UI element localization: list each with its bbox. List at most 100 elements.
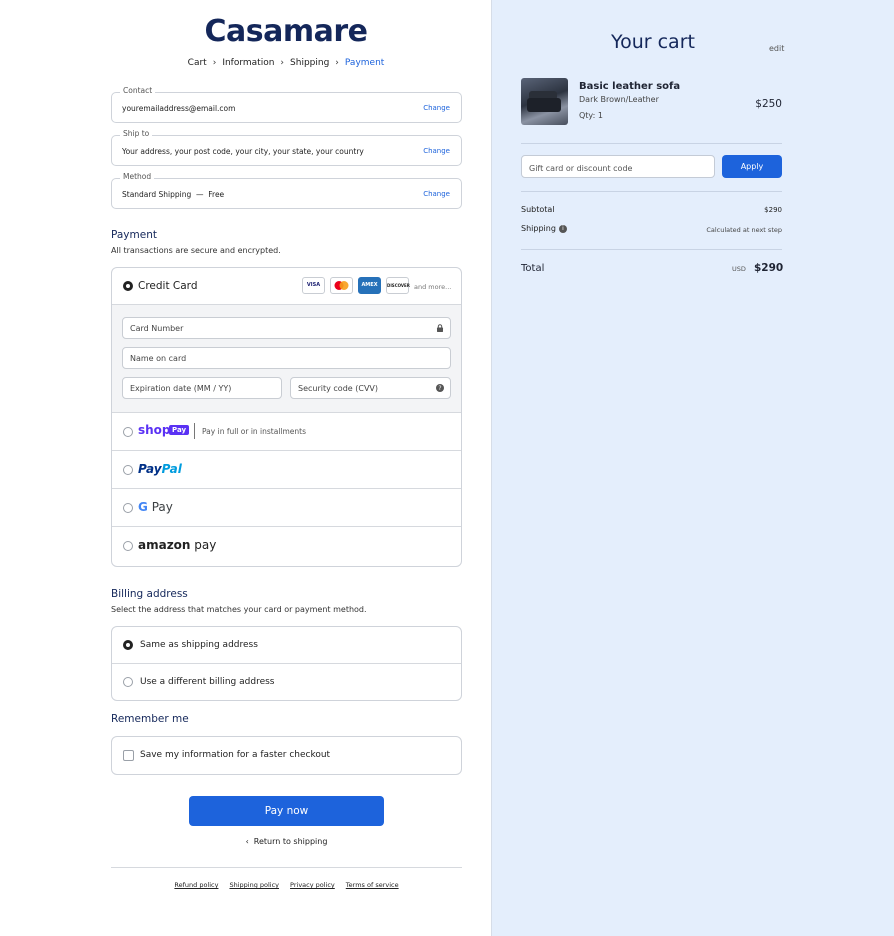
ship-to-change-link[interactable]: Change <box>423 147 450 155</box>
discount-code-field[interactable] <box>521 155 715 179</box>
breadcrumb-payment: Payment <box>344 58 385 68</box>
security-code-input[interactable] <box>291 378 450 398</box>
total-currency: USD <box>732 265 746 273</box>
info-icon[interactable]: i <box>558 224 567 233</box>
expiration-input[interactable] <box>123 378 281 398</box>
cart-item-qty: Qty: 1 <box>579 111 603 120</box>
contact-change-link[interactable]: Change <box>423 104 450 112</box>
billing-same-radio[interactable] <box>123 640 133 650</box>
google-g-icon: G <box>138 500 148 514</box>
billing-subtitle: Select the address that matches your car… <box>111 605 367 614</box>
billing-different-label: Use a different billing address <box>140 677 275 687</box>
shop-pay-radio[interactable] <box>123 427 133 437</box>
cart-divider <box>521 249 782 250</box>
payment-title: Payment <box>111 229 157 241</box>
mastercard-icon <box>330 277 353 294</box>
visa-icon: VISA <box>302 277 325 294</box>
shop-pay-logo: shop <box>138 423 171 437</box>
apply-discount-button[interactable]: Apply <box>722 155 782 178</box>
discount-code-input[interactable] <box>522 158 714 179</box>
shipping-value: Calculated at next step <box>706 226 782 234</box>
brand-logo[interactable]: Casamare <box>0 14 572 49</box>
billing-different-radio[interactable] <box>123 677 133 687</box>
remember-checkbox[interactable] <box>123 750 134 761</box>
paypal-logo: PayPal <box>138 462 182 476</box>
credit-card-option[interactable]: Credit Card VISA AMEX DISCOVER and more.… <box>112 268 461 305</box>
method-value: Standard Shipping — Free <box>122 190 225 199</box>
discover-icon: DISCOVER <box>386 277 410 294</box>
paypal-option[interactable]: PayPal <box>112 451 461 489</box>
paypal-logo-part-b: Pal <box>161 462 182 476</box>
lock-icon <box>437 324 443 332</box>
chevron-left-icon: ‹ <box>245 837 249 846</box>
payment-methods: Credit Card VISA AMEX DISCOVER and more.… <box>111 267 462 567</box>
google-pay-option[interactable]: G Pay <box>112 489 461 527</box>
privacy-policy-link[interactable]: Privacy policy <box>290 881 335 889</box>
credit-card-label: Credit Card <box>138 280 198 292</box>
help-icon[interactable]: ? <box>436 384 444 392</box>
amex-icon: AMEX <box>358 277 381 294</box>
name-on-card-input[interactable] <box>123 348 450 368</box>
contact-value: youremailaddress@email.com <box>122 104 236 113</box>
paypal-radio[interactable] <box>123 465 133 475</box>
credit-card-radio[interactable] <box>123 281 133 291</box>
product-thumbnail <box>521 78 568 125</box>
chevron-right-icon: › <box>280 58 285 68</box>
ship-to-value: Your address, your post code, your city,… <box>122 147 364 156</box>
billing-options: Same as shipping address Use a different… <box>111 626 462 701</box>
google-pay-text: Pay <box>151 500 173 514</box>
contact-row: Contact youremailaddress@email.com Chang… <box>111 86 462 123</box>
subtotal-value: $290 <box>764 206 782 214</box>
google-pay-radio[interactable] <box>123 503 133 513</box>
cart-item-price: $250 <box>755 98 782 110</box>
contact-label: Contact <box>120 86 156 95</box>
amazon-logo-part-b: pay <box>190 538 217 552</box>
ship-to-row: Ship to Your address, your post code, yo… <box>111 129 462 166</box>
cart-summary-panel <box>491 0 894 936</box>
billing-different-option[interactable]: Use a different billing address <box>112 664 461 701</box>
remember-option[interactable]: Save my information for a faster checkou… <box>111 736 462 775</box>
return-label: Return to shipping <box>253 837 328 846</box>
billing-title: Billing address <box>111 588 188 600</box>
remember-title: Remember me <box>111 713 189 725</box>
shipping-policy-link[interactable]: Shipping policy <box>229 881 279 889</box>
shop-pay-note: Pay in full or in installments <box>202 427 307 436</box>
remember-label: Save my information for a faster checkou… <box>140 750 331 760</box>
security-code-field[interactable]: ? <box>290 377 451 399</box>
svg-text:?: ? <box>438 385 441 392</box>
sofa-shape <box>527 98 561 112</box>
billing-same-option[interactable]: Same as shipping address <box>112 627 461 664</box>
method-change-link[interactable]: Change <box>423 190 450 198</box>
breadcrumb-shipping[interactable]: Shipping <box>290 58 329 68</box>
expiration-field[interactable] <box>122 377 282 399</box>
cart-divider <box>521 191 782 192</box>
method-row: Method Standard Shipping — Free Change <box>111 172 462 209</box>
divider <box>194 423 195 439</box>
billing-same-label: Same as shipping address <box>140 640 258 650</box>
amazon-pay-option[interactable]: amazon pay <box>112 527 461 565</box>
method-label: Method <box>120 172 155 181</box>
pay-now-button[interactable]: Pay now <box>189 796 384 826</box>
shipping-row-label: Shipping i <box>521 224 567 233</box>
refund-policy-link[interactable]: Refund policy <box>174 881 218 889</box>
terms-of-service-link[interactable]: Terms of service <box>346 881 399 889</box>
chevron-right-icon: › <box>335 58 339 68</box>
payment-subtitle: All transactions are secure and encrypte… <box>111 246 281 255</box>
name-on-card-field[interactable] <box>122 347 451 369</box>
breadcrumb-cart[interactable]: Cart <box>188 58 207 68</box>
amazon-pay-logo: amazon pay <box>138 538 216 552</box>
cart-item-name: Basic leather sofa <box>579 81 681 92</box>
total-label: Total <box>521 263 545 274</box>
footer-divider <box>111 867 462 868</box>
return-to-shipping-link[interactable]: ‹ Return to shipping <box>111 837 462 846</box>
card-number-input[interactable] <box>123 318 450 338</box>
paypal-logo-part-a: Pay <box>138 462 162 476</box>
card-number-field[interactable] <box>122 317 451 339</box>
cart-divider <box>521 143 782 144</box>
amazon-pay-radio[interactable] <box>123 541 133 551</box>
shop-pay-option[interactable]: shop Pay Pay in full or in installments <box>112 413 461 451</box>
cart-title: Your cart <box>611 31 695 53</box>
breadcrumb-information[interactable]: Information <box>222 58 274 68</box>
cart-edit-link[interactable]: edit <box>769 44 784 53</box>
more-cards-text: and more... <box>414 283 452 291</box>
